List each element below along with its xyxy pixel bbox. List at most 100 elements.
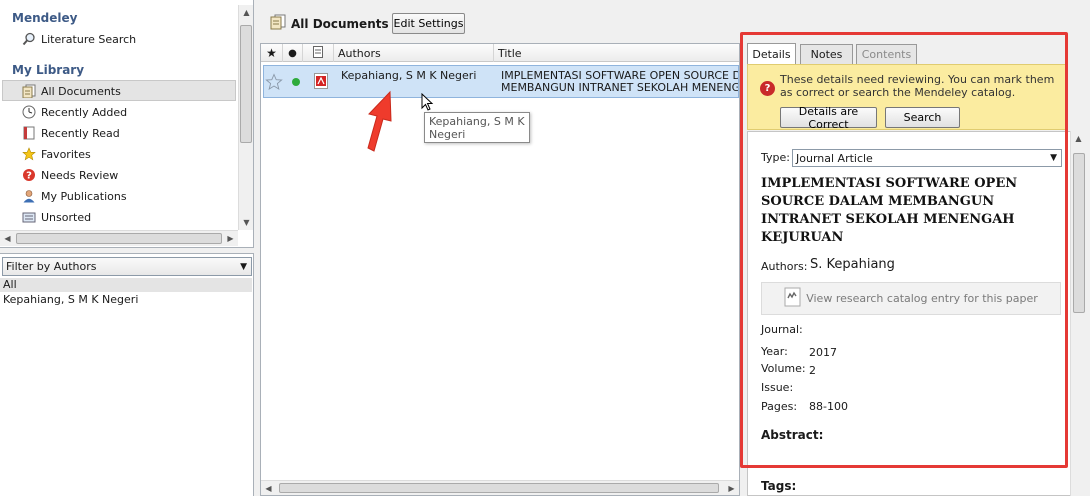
magnifier-icon (22, 32, 36, 46)
table-row[interactable]: Kepahiang, S M K Negeri IMPLEMENTASI SOF… (263, 65, 739, 98)
details-vertical-scrollbar[interactable]: ▲ (1070, 131, 1087, 496)
sidebar-item-my-publications[interactable]: My Publications (22, 186, 127, 206)
tooltip-line: Negeri (429, 128, 466, 141)
authors-label: Authors: (761, 260, 808, 273)
type-label: Type: (761, 151, 790, 164)
scroll-left-icon[interactable]: ◀ (0, 231, 15, 246)
filter-panel: Filter by Authors ▼ All Kepahiang, S M K… (0, 253, 254, 496)
author-tooltip: Kepahiang, S M K Negeri (424, 112, 530, 143)
sidebar-item-label: Favorites (41, 147, 91, 161)
authors-column-header[interactable]: Authors (334, 44, 494, 62)
type-dropdown[interactable]: Journal Article ▼ (792, 149, 1062, 167)
sidebar-item-label: Recently Read (41, 126, 120, 140)
library-panel: Mendeley Literature Search My Library Al… (0, 0, 254, 248)
read-status-column-header[interactable]: ● (283, 44, 303, 62)
pdf-icon[interactable] (314, 73, 328, 89)
mendeley-header: Mendeley (12, 11, 78, 25)
scroll-up-icon[interactable]: ▲ (1071, 131, 1086, 146)
title-cell-line1: IMPLEMENTASI SOFTWARE OPEN SOURCE DALAM (501, 70, 738, 82)
tags-label: Tags: (761, 479, 797, 493)
sidebar-item-unsorted[interactable]: Unsorted (22, 207, 91, 227)
scroll-up-icon[interactable]: ▲ (239, 5, 253, 20)
page-title: All Documents (291, 17, 389, 31)
tab-notes[interactable]: Notes (800, 44, 853, 64)
favorite-star-icon[interactable] (265, 73, 283, 91)
pages-value[interactable]: 88-100 (809, 400, 848, 413)
catalog-icon (784, 287, 802, 310)
year-label: Year: (761, 345, 788, 358)
sidebar-item-label: Recently Added (41, 105, 128, 119)
sidebar-item-label: Unsorted (41, 210, 92, 224)
sidebar-item-recently-added[interactable]: Recently Added (22, 102, 127, 122)
year-value[interactable]: 2017 (809, 346, 837, 359)
my-library-header: My Library (12, 63, 85, 77)
sidebar-item-needs-review[interactable]: ? Needs Review (22, 165, 118, 185)
scroll-left-icon[interactable]: ◀ (261, 481, 276, 495)
sidebar-item-label: Needs Review (41, 168, 119, 182)
sidebar-item-literature-search[interactable]: Literature Search (22, 29, 136, 49)
search-catalog-button[interactable]: Search (885, 107, 960, 128)
scroll-thumb[interactable] (240, 25, 252, 143)
sidebar-item-all-documents[interactable]: All Documents (22, 81, 121, 101)
document-icon (313, 45, 323, 61)
sidebar-item-label: Literature Search (41, 32, 137, 46)
person-icon (22, 189, 36, 203)
mouse-cursor-icon (421, 93, 434, 111)
review-message: These details need reviewing. You can ma… (780, 73, 1055, 99)
title-cell-line2: MEMBANGUN INTRANET SEKOLAH MENENGAH KEJ (501, 82, 738, 94)
catalog-link-label: View research catalog entry for this pap… (806, 292, 1038, 305)
sidebar-item-label: My Publications (41, 189, 127, 203)
abstract-label: Abstract: (761, 428, 824, 442)
book-icon (22, 126, 36, 140)
dot-icon: ● (288, 47, 297, 59)
type-dropdown-value: Journal Article (796, 151, 873, 165)
volume-value[interactable]: 2 (809, 364, 816, 377)
filetype-column-header[interactable] (303, 44, 334, 62)
edit-settings-button[interactable]: Edit Settings (392, 13, 465, 34)
clock-icon (22, 105, 36, 119)
scroll-thumb[interactable] (1073, 153, 1085, 313)
filter-dropdown[interactable]: Filter by Authors ▼ (2, 257, 252, 276)
details-correct-button[interactable]: Details are Correct (780, 105, 877, 131)
filter-dropdown-value: Filter by Authors (6, 260, 97, 273)
list-horizontal-scrollbar[interactable]: ◀ ▶ (261, 480, 739, 495)
tab-contents[interactable]: Contents (856, 44, 917, 64)
library-horizontal-scrollbar[interactable]: ◀ ▶ (0, 230, 238, 246)
documents-icon (22, 84, 36, 99)
svg-text:?: ? (26, 171, 32, 182)
list-header: ★ ● Authors Title (261, 44, 739, 62)
filter-item-author[interactable]: Kepahiang, S M K Negeri (3, 293, 138, 307)
journal-label: Journal: (761, 323, 803, 336)
scroll-thumb[interactable] (279, 483, 719, 493)
tray-icon (22, 210, 36, 224)
view-catalog-entry-button[interactable]: View research catalog entry for this pap… (761, 282, 1061, 315)
tooltip-line: Kepahiang, S M K (429, 115, 525, 128)
scroll-down-icon[interactable]: ▼ (239, 215, 253, 230)
details-panel: Details Notes Contents ? These details n… (744, 38, 1090, 496)
chevron-down-icon: ▼ (1050, 153, 1057, 163)
filter-item-all[interactable]: All (0, 278, 252, 292)
warning-icon: ? (760, 81, 775, 96)
details-body: Type: Journal Article ▼ IMPLEMENTASI SOF… (747, 131, 1072, 496)
authors-value[interactable]: S. Kepahiang (810, 257, 895, 272)
tab-details[interactable]: Details (747, 43, 796, 64)
unread-dot-icon[interactable] (292, 78, 300, 86)
sidebar-item-favorites[interactable]: Favorites (22, 144, 91, 164)
authors-cell: Kepahiang, S M K Negeri (341, 70, 477, 82)
volume-label: Volume: (761, 362, 806, 375)
sidebar-item-recently-read[interactable]: Recently Read (22, 123, 120, 143)
library-vertical-scrollbar[interactable]: ▲ ▼ (238, 5, 253, 230)
scroll-thumb[interactable] (16, 233, 222, 244)
document-list: ★ ● Authors Title Kepahiang, S M K Neger… (260, 43, 740, 496)
sidebar-item-label: All Documents (41, 84, 121, 98)
favorite-column-header[interactable]: ★ (261, 44, 283, 62)
question-icon: ? (22, 168, 36, 182)
annotation-arrow (367, 90, 392, 152)
scroll-right-icon[interactable]: ▶ (724, 481, 739, 495)
star-icon (22, 147, 36, 161)
title-column-header[interactable]: Title (494, 44, 739, 62)
pages-label: Pages: (761, 400, 798, 413)
paper-title[interactable]: IMPLEMENTASI SOFTWARE OPEN SOURCE DALAM … (761, 175, 1061, 247)
scroll-right-icon[interactable]: ▶ (223, 231, 238, 246)
star-icon: ★ (266, 46, 277, 60)
